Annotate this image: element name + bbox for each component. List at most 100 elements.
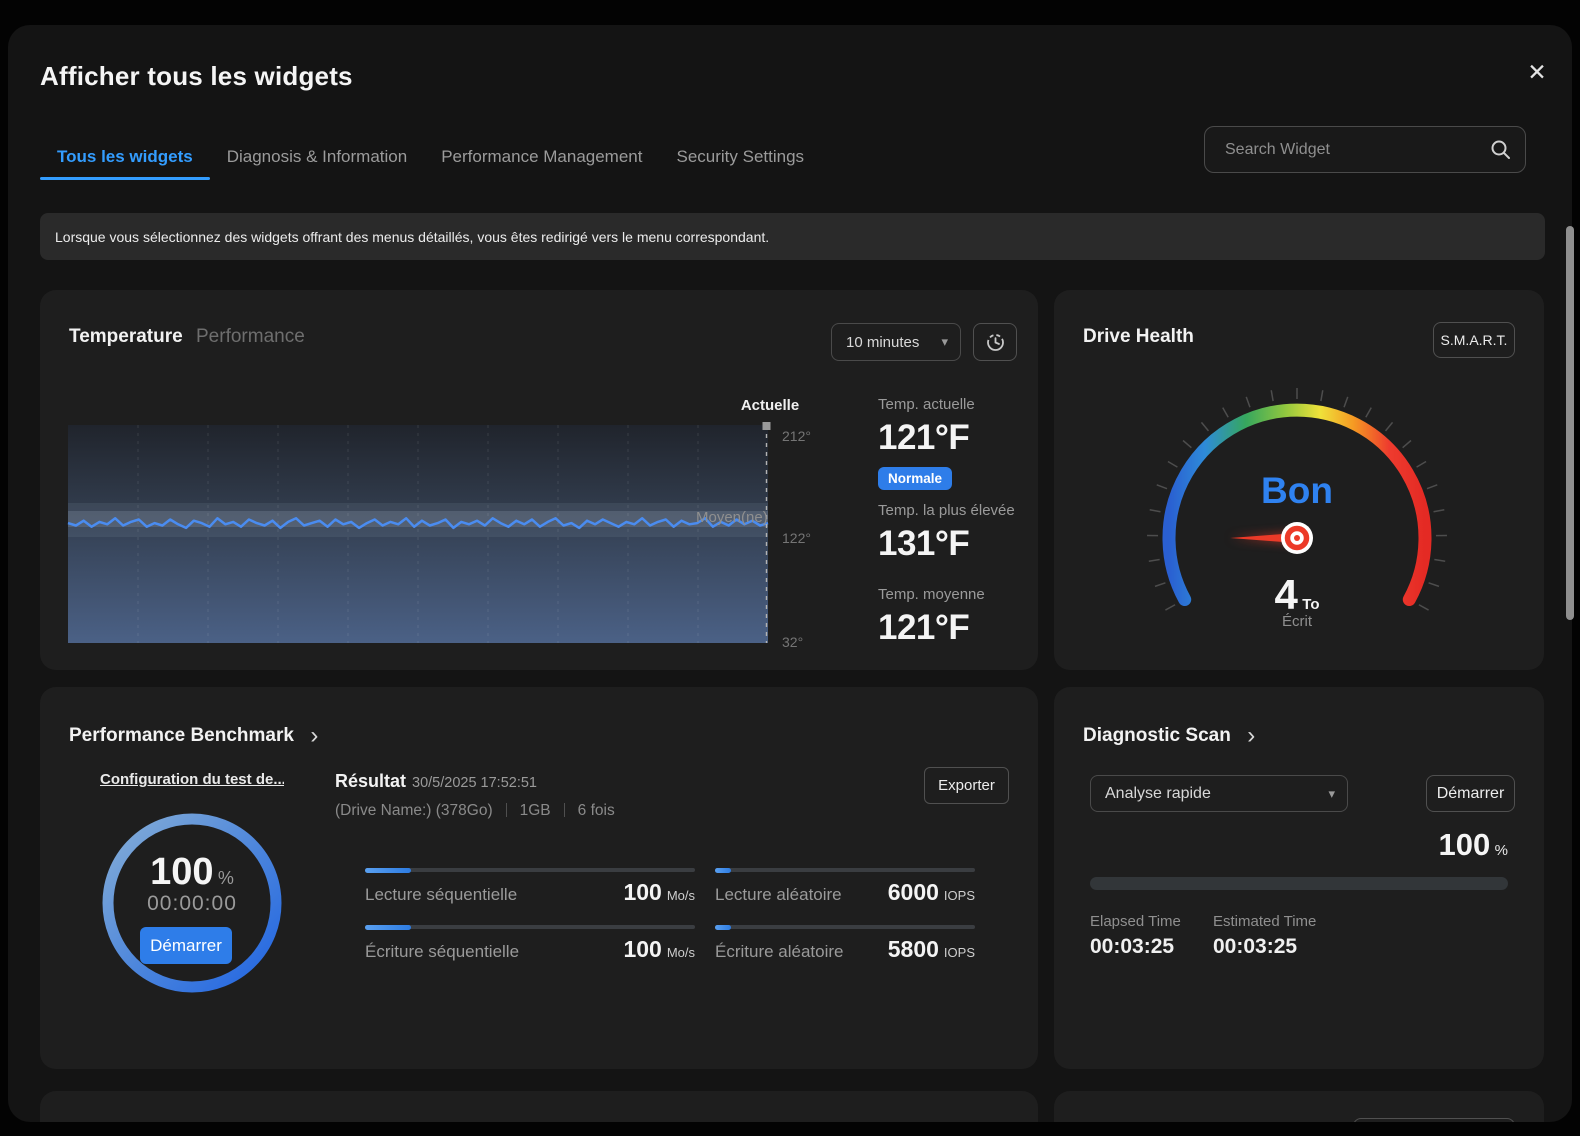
written-unit: To	[1302, 596, 1319, 613]
close-icon[interactable]: ✕	[1520, 55, 1554, 89]
rand-write-label: Écriture aléatoire	[715, 942, 844, 962]
axis-tick-122: 122°	[782, 530, 811, 546]
caret-down-icon: ▾	[941, 334, 948, 350]
tab-bar: Tous les widgets Diagnosis & Information…	[40, 133, 821, 180]
result-label: Résultat	[335, 771, 406, 792]
seq-write-track	[365, 925, 695, 929]
temperature-title: Temperature	[69, 326, 183, 348]
benchmark-config-link[interactable]: Configuration du test de...	[100, 771, 284, 788]
scan-mode-value: Analyse rapide	[1105, 785, 1211, 803]
rand-read-fill	[715, 868, 731, 873]
seq-read-track	[365, 868, 695, 872]
export-button[interactable]: Exporter	[924, 767, 1009, 804]
rand-read-label: Lecture aléatoire	[715, 885, 842, 905]
drive-health-widget[interactable]: Drive Health S.M.A.R.T. Bon 4 To Écrit	[1054, 290, 1544, 670]
estimated-time-label: Estimated Time	[1213, 913, 1316, 930]
cursor-handle	[763, 422, 771, 430]
cursor-label: Actuelle	[712, 397, 828, 414]
search-icon[interactable]	[1490, 139, 1511, 160]
rand-write-fill	[715, 925, 731, 930]
diagnostic-percent: 100	[1438, 827, 1490, 862]
health-status: Bon	[1197, 470, 1397, 512]
current-temp-value: 121°F	[878, 418, 969, 458]
drive-volume-widget[interactable]: Volume de lecteur ›	[40, 1091, 1038, 1122]
result-size: 1GB	[520, 802, 551, 819]
result-drive: (Drive Name:) (378Go)	[335, 802, 493, 819]
volume-title: Volume de lecteur	[69, 1121, 231, 1122]
tab-tous-les-widgets[interactable]: Tous les widgets	[40, 133, 210, 180]
diagnostic-title: Diagnostic Scan	[1083, 725, 1231, 746]
diagnostic-scan-widget[interactable]: Diagnostic Scan › Analyse rapide ▾ Démar…	[1054, 687, 1544, 1069]
seq-write-unit: Mo/s	[667, 945, 695, 960]
app-window: Afficher tous les widgets ✕ Tous les wid…	[0, 0, 1580, 1136]
chevron-right-icon: ›	[248, 1118, 256, 1122]
result-date: 30/5/2025 17:52:51	[412, 775, 537, 791]
diagnostic-percent-unit: %	[1495, 842, 1508, 859]
chevron-right-icon: ›	[310, 722, 318, 749]
diagnostic-progress-bar	[1090, 877, 1508, 890]
seq-write-fill	[365, 925, 411, 930]
scan-mode-dropdown[interactable]: Analyse rapide ▾	[1090, 775, 1348, 812]
result-iterations: 6 fois	[578, 802, 615, 819]
performance-benchmark-widget[interactable]: Performance Benchmark › Configuration du…	[40, 687, 1038, 1069]
chevron-right-icon: ›	[1247, 722, 1255, 749]
drive-health-title: Drive Health	[1083, 326, 1194, 348]
widget-search	[1204, 126, 1526, 173]
notice-banner: Lorsque vous sélectionnez des widgets of…	[40, 213, 1545, 260]
tab-diagnosis-information[interactable]: Diagnosis & Information	[210, 133, 424, 180]
benchmark-title-row[interactable]: Performance Benchmark ›	[69, 725, 318, 747]
axis-tick-32: 32°	[782, 634, 803, 650]
benchmark-elapsed: 00:00:00	[97, 892, 287, 916]
benchmark-percent: 100	[150, 851, 213, 893]
average-temp-label: Temp. moyenne	[878, 586, 985, 603]
rand-read-unit: IOPS	[944, 888, 975, 903]
series-label: Moyen(ne)	[696, 509, 768, 526]
page-title: Afficher tous les widgets	[40, 61, 353, 92]
temperature-widget[interactable]: Temperature Performance 10 minutes ▾	[40, 290, 1038, 670]
written-label: Écrit	[1197, 613, 1397, 630]
benchmark-percent-unit: %	[218, 868, 234, 888]
diagnostic-start-button[interactable]: Démarrer	[1426, 775, 1515, 812]
seq-read-label: Lecture séquentielle	[365, 885, 517, 905]
elapsed-time-value: 00:03:25	[1090, 935, 1174, 959]
temperature-chart	[68, 425, 768, 643]
temp-status-badge: Normale	[878, 467, 952, 490]
highest-temp-label: Temp. la plus élevée	[878, 502, 1015, 519]
elapsed-time-label: Elapsed Time	[1090, 913, 1181, 930]
written-value: 4	[1274, 571, 1297, 618]
interval-dropdown[interactable]: 10 minutes ▾	[831, 323, 961, 361]
rand-read-track	[715, 868, 975, 872]
volume-title-row[interactable]: Volume de lecteur ›	[69, 1121, 256, 1122]
rand-write-unit: IOPS	[944, 945, 975, 960]
history-clock-icon	[985, 332, 1006, 353]
tab-performance-management[interactable]: Performance Management	[424, 133, 659, 180]
axis-tick-212: 212°	[782, 428, 811, 444]
search-input[interactable]	[1223, 140, 1490, 160]
caret-down-icon: ▾	[1328, 786, 1335, 802]
widgets-modal: Afficher tous les widgets ✕ Tous les wid…	[8, 25, 1572, 1122]
result-meta: (Drive Name:) (378Go) 1GB 6 fois	[335, 802, 615, 820]
seq-write-value: 100	[623, 936, 661, 962]
current-temp-label: Temp. actuelle	[878, 396, 975, 413]
temperature-subtitle: Performance	[196, 326, 305, 348]
average-temp-value: 121°F	[878, 608, 969, 648]
seq-read-unit: Mo/s	[667, 888, 695, 903]
seq-read-value: 100	[623, 879, 661, 905]
seq-read-fill	[365, 868, 411, 873]
apply-mode-button[interactable]: Application du mode	[1353, 1118, 1515, 1122]
interval-value: 10 minutes	[846, 334, 919, 351]
diagnostic-title-row[interactable]: Diagnostic Scan ›	[1083, 725, 1255, 747]
benchmark-title: Performance Benchmark	[69, 725, 294, 746]
rand-write-value: 5800	[888, 936, 939, 962]
tab-security-settings[interactable]: Security Settings	[659, 133, 821, 180]
highest-temp-value: 131°F	[878, 524, 969, 564]
rand-write-track	[715, 925, 975, 929]
smart-button[interactable]: S.M.A.R.T.	[1433, 322, 1515, 358]
history-button[interactable]	[973, 323, 1017, 361]
seq-write-label: Écriture séquentielle	[365, 942, 519, 962]
estimated-time-value: 00:03:25	[1213, 935, 1297, 959]
rand-read-value: 6000	[888, 879, 939, 905]
performance-optimization-widget[interactable]: Performance Optimization › Application d…	[1054, 1091, 1544, 1122]
scrollbar-thumb[interactable]	[1566, 226, 1574, 620]
benchmark-start-button[interactable]: Démarrer	[140, 927, 232, 964]
